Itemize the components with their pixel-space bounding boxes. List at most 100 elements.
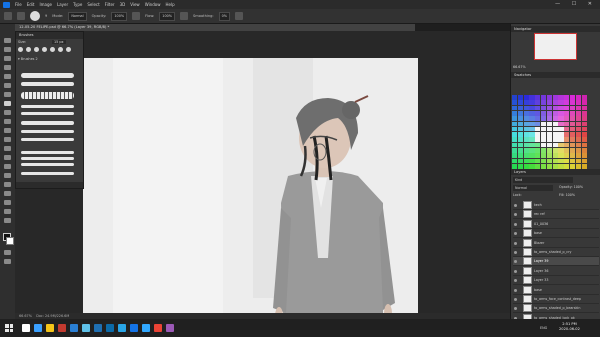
color-swatch[interactable] [541, 132, 547, 137]
color-swatch[interactable] [512, 142, 518, 148]
menu-window[interactable]: Window [145, 2, 161, 7]
color-swatch[interactable] [523, 142, 529, 148]
color-swatch[interactable] [529, 158, 535, 164]
dodge-tool-icon[interactable] [4, 155, 11, 160]
color-swatch[interactable] [575, 110, 581, 116]
photoshop-icon[interactable] [130, 324, 138, 332]
color-swatch[interactable] [575, 105, 581, 111]
color-swatch[interactable] [512, 153, 518, 158]
layer-row[interactable]: kech [513, 201, 599, 210]
color-swatch[interactable] [541, 105, 547, 111]
color-swatch[interactable] [512, 148, 518, 153]
media-icon[interactable] [118, 324, 126, 332]
color-swatch[interactable] [523, 95, 529, 100]
menu-filter[interactable]: Filter [105, 2, 115, 7]
color-swatch[interactable] [535, 137, 541, 143]
color-swatch[interactable] [541, 110, 547, 116]
color-swatch[interactable] [541, 163, 547, 169]
brush-tool-icon[interactable] [4, 101, 11, 106]
windows-start-icon[interactable] [5, 324, 13, 332]
color-swatch[interactable] [546, 132, 552, 137]
layer-row[interactable]: 01_0036 [513, 219, 599, 229]
color-swatch[interactable] [558, 116, 564, 121]
color-swatch[interactable] [564, 121, 570, 127]
color-swatch[interactable] [546, 163, 552, 169]
color-swatch[interactable] [570, 100, 576, 105]
color-swatch[interactable] [552, 100, 558, 105]
layer-row[interactable]: base [513, 229, 599, 239]
path-select-tool-icon[interactable] [4, 182, 11, 187]
visibility-eye-icon[interactable] [514, 298, 517, 301]
color-swatch[interactable] [529, 126, 535, 132]
color-swatch[interactable] [552, 121, 558, 127]
home-icon[interactable] [4, 12, 12, 20]
language-indicator[interactable]: ENG [540, 326, 547, 330]
gradient-tool-icon[interactable] [4, 137, 11, 142]
color-swatch[interactable] [529, 110, 535, 116]
color-swatch[interactable] [552, 95, 558, 100]
color-swatch[interactable] [575, 132, 581, 137]
color-swatch[interactable] [564, 163, 570, 169]
color-swatch[interactable] [581, 121, 587, 127]
visibility-eye-icon[interactable] [514, 260, 517, 264]
visibility-eye-icon[interactable] [514, 204, 517, 207]
zoom-level[interactable]: 66.67% [19, 314, 32, 318]
quick-select-tool-icon[interactable] [4, 65, 11, 70]
hand-tool-icon[interactable] [4, 200, 11, 205]
color-swatch[interactable] [535, 95, 541, 100]
color-swatch[interactable] [570, 158, 576, 164]
color-swatch[interactable] [558, 158, 564, 164]
color-swatch[interactable] [535, 142, 541, 148]
color-swatch[interactable] [552, 163, 558, 169]
brush-preset-stroke[interactable] [21, 92, 74, 99]
color-swatch[interactable] [517, 137, 523, 143]
recent-brush[interactable] [58, 47, 63, 52]
navigator-zoom[interactable]: 66.67% [513, 65, 526, 69]
type-tool-icon[interactable] [4, 173, 11, 178]
background-color-swatch[interactable] [6, 237, 14, 245]
color-swatch[interactable] [564, 132, 570, 137]
clone-stamp-tool-icon[interactable] [4, 110, 11, 115]
color-swatch[interactable] [552, 153, 558, 158]
color-swatch[interactable] [570, 153, 576, 158]
color-swatch[interactable] [546, 137, 552, 143]
color-swatch[interactable] [517, 105, 523, 111]
color-swatch[interactable] [546, 153, 552, 158]
color-swatch[interactable] [529, 121, 535, 127]
color-swatch[interactable] [558, 100, 564, 105]
color-swatch[interactable] [535, 116, 541, 121]
blend-mode-select[interactable]: Normal [513, 185, 553, 191]
color-swatch[interactable] [575, 148, 581, 153]
visibility-eye-icon[interactable] [514, 251, 517, 254]
file-explorer-icon[interactable] [46, 324, 54, 332]
color-swatch[interactable] [570, 142, 576, 148]
flow-input[interactable]: 100% [159, 11, 175, 21]
color-swatch[interactable] [564, 142, 570, 148]
layer-row[interactable]: to_arms_shaded_p_bearskin [513, 304, 599, 314]
color-swatch[interactable] [512, 100, 518, 105]
color-swatch[interactable] [552, 126, 558, 132]
photos-icon[interactable] [94, 324, 102, 332]
color-swatch[interactable] [581, 137, 587, 143]
history-brush-tool-icon[interactable] [4, 119, 11, 124]
color-swatch[interactable] [541, 95, 547, 100]
mail-icon[interactable] [70, 324, 78, 332]
opacity-input[interactable]: 100% [111, 11, 128, 21]
color-swatch[interactable] [581, 105, 587, 111]
color-swatch[interactable] [523, 121, 529, 127]
color-swatch[interactable] [517, 116, 523, 121]
move-tool-icon[interactable] [4, 38, 11, 43]
document-tab[interactable]: 12-05-20 FELIPE.psd @ 66.7% (Layer 39, R… [15, 24, 415, 31]
eyedropper-tool-icon[interactable] [4, 83, 11, 88]
color-swatch[interactable] [517, 163, 523, 169]
color-swatch[interactable] [581, 95, 587, 100]
layer-opacity[interactable]: Opacity: 100% [559, 185, 583, 189]
color-swatch[interactable] [581, 163, 587, 169]
color-swatch[interactable] [581, 126, 587, 132]
color-swatch[interactable] [581, 132, 587, 137]
color-swatch[interactable] [570, 163, 576, 169]
menu-help[interactable]: Help [165, 2, 174, 7]
color-swatch[interactable] [552, 116, 558, 121]
brush-preset-stroke[interactable] [21, 151, 74, 154]
crop-tool-icon[interactable] [4, 74, 11, 79]
